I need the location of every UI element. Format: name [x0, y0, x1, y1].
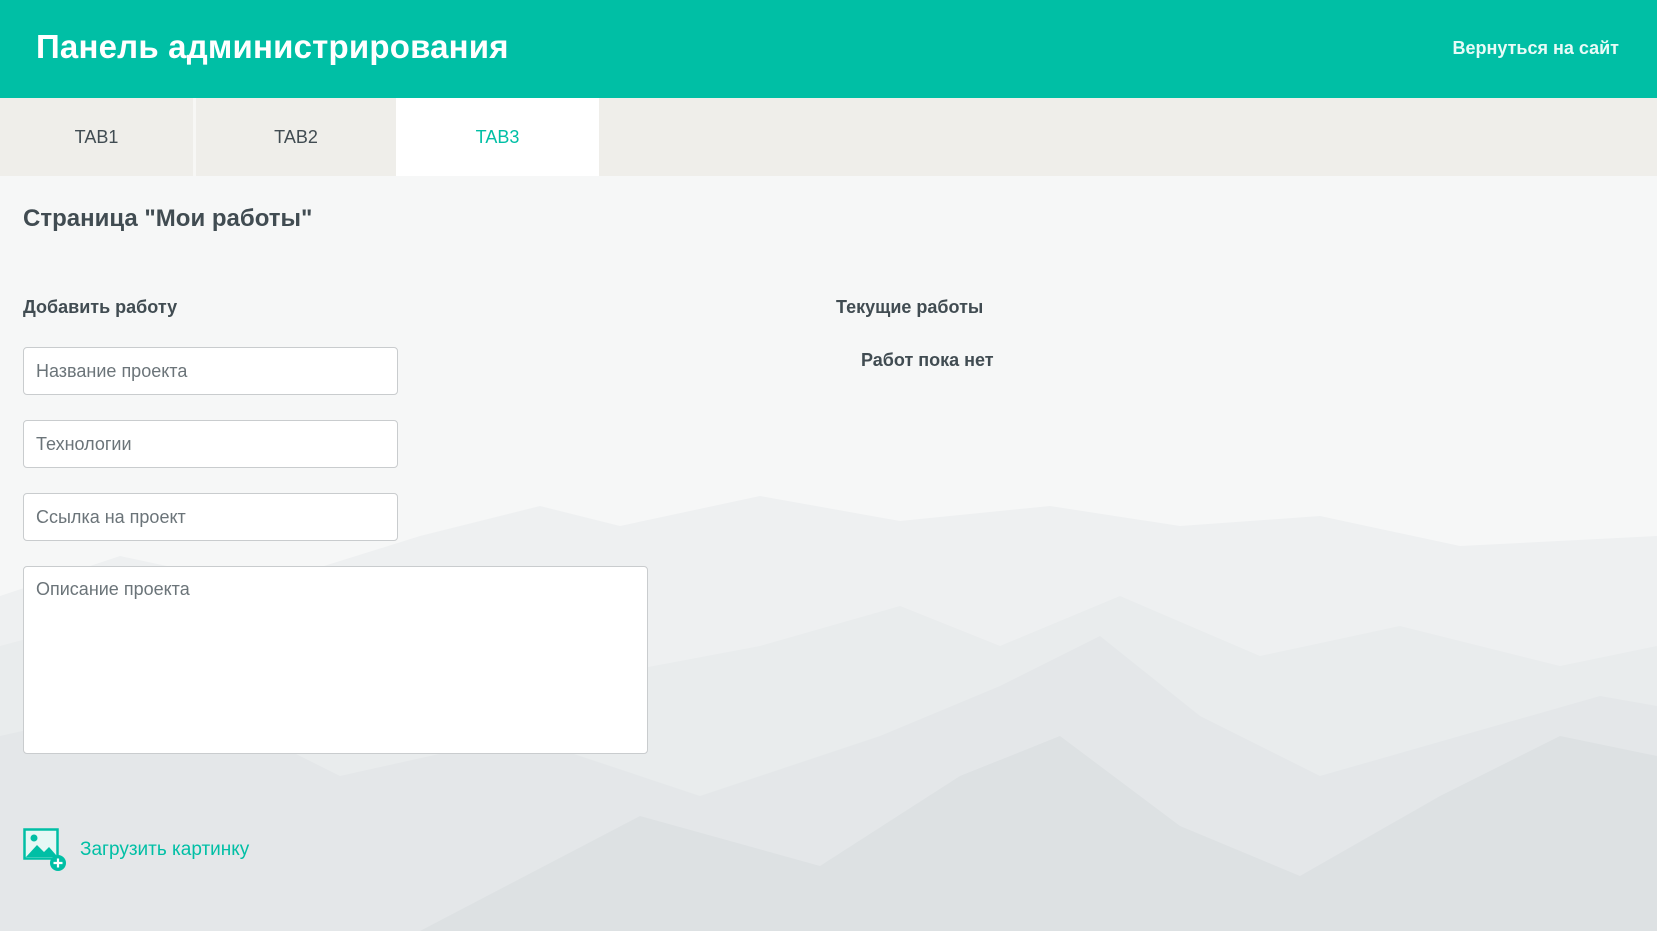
project-name-input[interactable]	[23, 347, 398, 395]
technologies-input[interactable]	[23, 420, 398, 468]
upload-image-button[interactable]: Загрузить картинку	[23, 828, 249, 872]
tab-bar: TAB1 TAB2 TAB3	[0, 98, 1657, 176]
no-works-message: Работ пока нет	[861, 350, 994, 370]
back-to-site-link[interactable]: Вернуться на сайт	[1452, 38, 1619, 59]
page-title: Страница "Мои работы"	[23, 205, 313, 232]
upload-image-label: Загрузить картинку	[80, 839, 250, 860]
top-header: Панель администрирования Вернуться на са…	[0, 0, 1657, 98]
project-link-input[interactable]	[23, 493, 398, 541]
add-work-heading: Добавить работу	[23, 297, 178, 317]
tab-2[interactable]: TAB2	[196, 98, 396, 176]
main-content: Страница "Мои работы" Добавить работу За…	[0, 176, 1657, 931]
project-description-textarea[interactable]	[23, 566, 648, 754]
image-add-icon	[23, 828, 66, 871]
tab-1[interactable]: TAB1	[0, 98, 196, 176]
page-header-title: Панель администрирования	[36, 28, 509, 65]
tab-3-active[interactable]: TAB3	[396, 98, 599, 176]
current-works-heading: Текущие работы	[836, 297, 984, 317]
